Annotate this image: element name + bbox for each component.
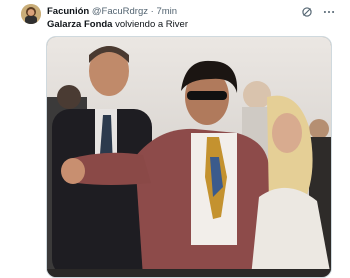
user-avatar[interactable]: [21, 4, 41, 24]
more-icon[interactable]: [322, 5, 336, 19]
tweet[interactable]: Facunión @FacuRdrgz · 7min Galarza Fonda…: [0, 0, 350, 278]
meta-separator: ·: [150, 6, 154, 17]
avatar-image: [21, 4, 41, 24]
tweet-header: Facunión @FacuRdrgz · 7min: [47, 5, 297, 19]
tweet-text: Galarza Fonda volviendo a River: [47, 18, 337, 31]
grok-icon[interactable]: [300, 5, 314, 19]
tweet-text-rest: volviendo a River: [112, 19, 188, 30]
display-name[interactable]: Facunión: [47, 6, 89, 17]
user-handle[interactable]: @FacuRdrgz: [92, 6, 148, 17]
media-photo: [47, 37, 331, 277]
tweet-time[interactable]: 7min: [156, 6, 177, 17]
tweet-text-bold: Galarza Fonda: [47, 19, 113, 30]
tweet-media[interactable]: [46, 36, 332, 278]
